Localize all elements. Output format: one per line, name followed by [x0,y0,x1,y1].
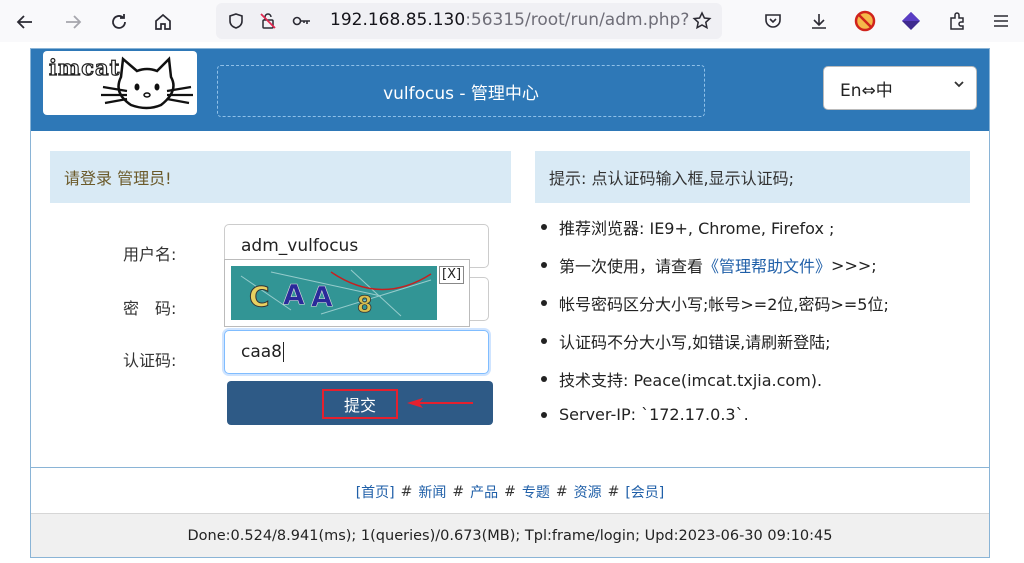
url-bar[interactable]: 192.168.85.130:56315/root/run/adm.php? [216,3,722,39]
footer-separator: # [607,484,620,500]
captcha-close-button[interactable]: [X] [439,266,465,284]
home-icon [155,13,171,30]
tip-suffix: >>>; [831,255,877,275]
footer-separator: # [555,484,568,500]
tip-text: 帐号密码区分大小写;帐号>=2位,密码>=5位; [559,295,889,314]
download-icon[interactable] [806,8,832,34]
tip-text: Server-IP: `172.17.0.3`. [559,405,749,424]
tip-text: 认证码不分大小写,如错误,请刷新登陆; [559,333,831,352]
login-heading: 请登录 管理员! [50,151,511,203]
captcha-char-1: C [249,280,270,313]
admin-login-page: imcat vulfocus - 管理中心 En⇔中 请登录 管理员! 用户名:… [30,48,990,558]
back-icon [16,15,32,29]
tip-text: 技术支持: Peace(imcat.txjia.com). [559,371,823,390]
captcha-input-value: caa8 [241,342,282,362]
extension-gem-icon[interactable] [898,8,924,34]
text-caret [283,342,284,362]
chevron-down-icon [954,81,964,88]
captcha-image[interactable]: C A A 8 [231,266,437,320]
footer-separator: # [452,484,465,500]
bookmark-star-icon[interactable] [692,11,712,31]
page-title: vulfocus - 管理中心 [217,65,705,117]
tips-heading: 提示: 点认证码输入框,显示认证码; [535,151,970,203]
footer-link-home[interactable]: [首页] [356,482,395,502]
footer-separator: # [400,484,413,500]
bullet-icon [541,300,547,306]
footer-link-members[interactable]: [会员] [625,482,664,502]
back-button[interactable] [10,7,40,37]
help-file-link[interactable]: 《管理帮助文件》 [703,253,831,277]
tip-item: 技术支持: Peace(imcat.txjia.com). [541,367,822,391]
bullet-icon [541,338,547,344]
forward-icon [66,15,82,29]
bullet-icon [541,262,547,268]
page-header: imcat vulfocus - 管理中心 En⇔中 [31,49,989,131]
captcha-char-3: A [311,280,333,313]
permissions-icon[interactable] [258,11,278,31]
browser-toolbar: 192.168.85.130:56315/root/run/adm.php? [0,0,1024,42]
home-button[interactable] [148,7,178,37]
tip-text: 推荐浏览器: IE9+, Chrome, Firefox ; [559,219,835,238]
bullet-icon [541,411,547,418]
captcha-input[interactable]: caa8 [224,330,489,374]
language-select[interactable]: En⇔中 [823,66,977,110]
shield-icon[interactable] [226,11,246,31]
bullet-icon [541,376,547,382]
captcha-noise: C A A 8 [231,266,437,320]
url-text[interactable]: 192.168.85.130:56315/root/run/adm.php? [330,10,689,30]
site-logo[interactable]: imcat [43,51,197,115]
submit-button-label[interactable]: 提交 [322,389,398,419]
status-bar: Done:0.524/8.941(ms); 1(queries)/0.673(M… [31,513,989,557]
url-path: :56315/root/run/adm.php? [465,10,690,30]
cat-logo-icon [101,56,193,110]
key-icon[interactable] [292,11,312,31]
tip-item: 帐号密码区分大小写;帐号>=2位,密码>=5位; [541,291,889,315]
tip-item: 推荐浏览器: IE9+, Chrome, Firefox ; [541,215,834,239]
username-value: adm_vulfocus [241,236,359,256]
tip-text: 第一次使用，请查看 [559,257,704,276]
url-host: 192.168.85.130 [330,10,466,30]
captcha-char-4: 8 [357,293,372,318]
captcha-label: 认证码: [123,351,177,370]
extension-blocked-icon[interactable] [852,8,878,34]
language-select-value: En⇔中 [840,80,893,101]
menu-icon[interactable] [988,8,1014,34]
footer-link-products[interactable]: 产品 [470,482,498,502]
captcha-char-2: A [283,278,305,311]
password-label: 密 码: [123,299,177,318]
reload-button[interactable] [104,7,134,37]
extensions-icon[interactable] [944,8,970,34]
footer-link-topics[interactable]: 专题 [522,482,550,502]
footer-divider [31,467,989,468]
tip-item: 第一次使用，请查看 《管理帮助文件》 >>>; [541,253,877,277]
arrow-left-icon [407,398,473,408]
footer-link-resources[interactable]: 资源 [574,482,602,502]
footer-link-news[interactable]: 新闻 [418,482,446,502]
tip-item: 认证码不分大小写,如错误,请刷新登陆; [541,329,831,353]
pocket-icon[interactable] [760,8,786,34]
forward-button[interactable] [58,7,88,37]
reload-icon [112,14,126,29]
captcha-popup: C A A 8 [X] [224,259,470,327]
username-label: 用户名: [123,245,177,264]
footer-separator: # [504,484,516,500]
bullet-icon [541,224,547,230]
tip-item: Server-IP: `172.17.0.3`. [541,405,749,424]
footer-nav: [首页] # 新闻 # 产品 # 专题 # 资源 # [会员] [31,477,989,507]
